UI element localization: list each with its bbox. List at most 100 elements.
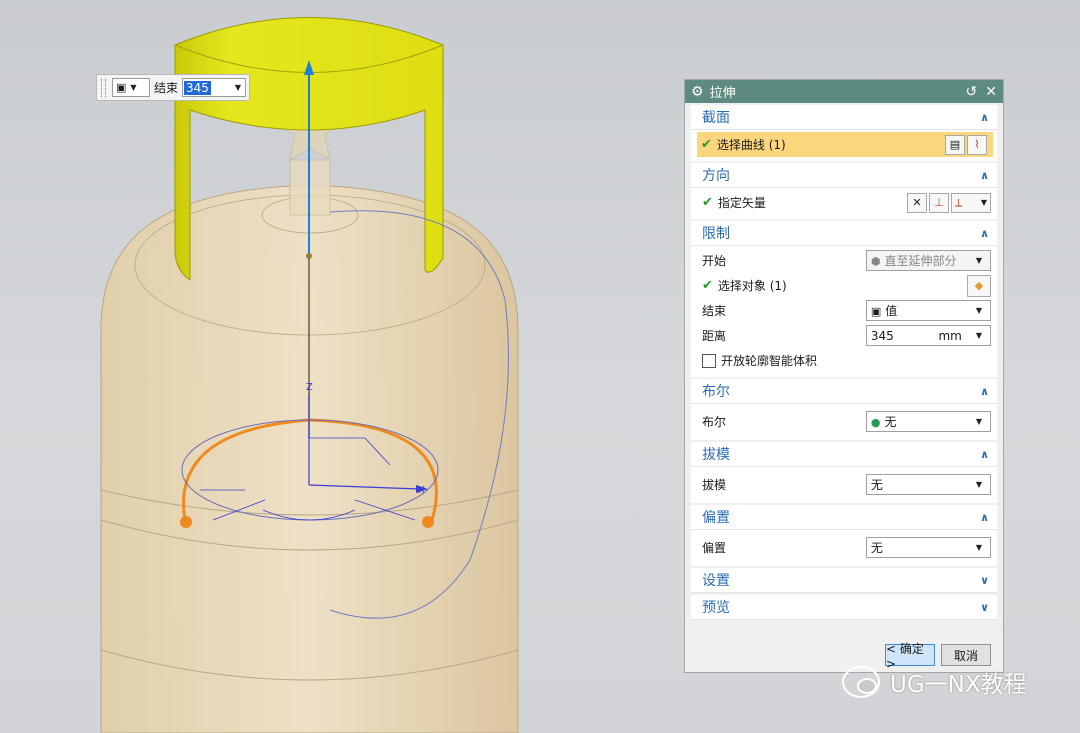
drag-handle[interactable] xyxy=(101,78,106,97)
axis-triad-icon: ⟂ xyxy=(955,195,963,209)
chevron-down-icon: ▼ xyxy=(975,416,982,426)
vector-type-dropdown[interactable]: ⟂ ▼ xyxy=(951,192,991,213)
end-row: 结束 ▣ 值 ▼ xyxy=(691,298,997,323)
chevron-up-icon: ∧ xyxy=(980,226,989,240)
chevron-down-icon: ∨ xyxy=(980,573,989,587)
chevron-down-icon: ▼ xyxy=(975,331,982,340)
wechat-icon xyxy=(842,666,880,698)
cancel-button[interactable]: 取消 xyxy=(941,644,991,666)
reset-icon[interactable]: ↺ xyxy=(966,84,978,100)
checkmark-icon: ✔ xyxy=(702,195,713,210)
section-header-section[interactable]: 截面 ∧ xyxy=(691,105,997,130)
section-title: 拔模 xyxy=(702,447,730,463)
boolean-select[interactable]: ● 无 ▼ xyxy=(865,410,991,432)
chevron-down-icon: ▼ xyxy=(975,542,982,552)
draft-value: 无 xyxy=(870,477,883,492)
solid-body-icon[interactable]: ◆ xyxy=(967,274,991,297)
z-axis-label: Z xyxy=(306,382,313,393)
select-object-row[interactable]: ✔ 选择对象 (1) ◆ xyxy=(691,273,997,298)
extrude-dialog: ⚙ 拉伸 ↺ ✕ 截面 ∧ ✔ 选择曲线 (1) ▤ ⌇ 方向 ∧ ✔ 指定矢量… xyxy=(684,79,1004,673)
offset-select[interactable]: 无 ▼ xyxy=(865,536,991,558)
chevron-up-icon: ∧ xyxy=(980,110,989,124)
x-axis-label: X xyxy=(418,485,425,496)
section-body-limits: 开始 ⬢ 直至延伸部分 ▼ ✔ 选择对象 (1) ◆ 结束 ▣ 值 ▼ 距离 345… xyxy=(691,246,997,377)
select-curve-label: 选择曲线 (1) xyxy=(716,138,786,152)
offset-row: 偏置 无 ▼ xyxy=(691,532,997,562)
distance-unit: mm xyxy=(938,328,962,343)
reverse-direction-icon[interactable]: ✕ xyxy=(907,192,927,213)
section-title: 限制 xyxy=(702,226,730,242)
select-curve-row[interactable]: ✔ 选择曲线 (1) ▤ ⌇ xyxy=(697,132,993,157)
distance-row: 距离 345 mm ▼ xyxy=(691,323,997,348)
start-row: 开始 ⬢ 直至延伸部分 ▼ xyxy=(691,248,997,273)
start-type-select[interactable]: ⬢ 直至延伸部分 ▼ xyxy=(865,250,991,271)
chevron-up-icon: ∧ xyxy=(980,384,989,398)
section-header-preview[interactable]: 预览 ∨ xyxy=(691,595,997,620)
boolean-value: 无 xyxy=(884,414,897,429)
section-header-draft[interactable]: 拔模 ∧ xyxy=(691,442,997,467)
section-header-direction[interactable]: 方向 ∧ xyxy=(691,163,997,188)
section-body-draft: 拔模 无 ▼ xyxy=(691,467,997,503)
chevron-down-icon: ∨ xyxy=(980,600,989,614)
section-title: 方向 xyxy=(702,168,730,184)
distance-input[interactable]: 345 mm ▼ xyxy=(865,325,991,346)
end-type-value: 值 xyxy=(885,304,898,318)
select-object-label: 选择对象 (1) xyxy=(717,279,787,293)
offset-value: 无 xyxy=(870,540,883,555)
distance-value: 345 xyxy=(870,328,894,343)
dialog-title: 拉伸 xyxy=(709,86,736,101)
distance-label: 距离 xyxy=(702,329,727,343)
draft-select[interactable]: 无 ▼ xyxy=(865,473,991,495)
vector-dialog-icon[interactable]: ⊥ xyxy=(929,192,949,213)
chevron-up-icon: ∧ xyxy=(980,447,989,461)
start-type-value: 直至延伸部分 xyxy=(884,254,957,268)
section-body-boolean: 布尔 ● 无 ▼ xyxy=(691,404,997,440)
chevron-up-icon: ∧ xyxy=(980,168,989,182)
open-profile-checkbox[interactable] xyxy=(702,353,716,368)
chevron-down-icon: ▼ xyxy=(975,306,982,315)
section-title: 偏置 xyxy=(702,510,730,526)
boolean-none-icon: ● xyxy=(870,415,881,429)
open-profile-label: 开放轮廓智能体积 xyxy=(721,354,818,368)
open-profile-row: 开放轮廓智能体积 xyxy=(691,348,997,373)
chevron-down-icon: ▼ xyxy=(975,256,982,265)
end-type-mini-combo[interactable]: ▣ ▼ xyxy=(112,78,150,97)
section-header-boolean[interactable]: 布尔 ∧ xyxy=(691,379,997,404)
end-type-select[interactable]: ▣ 值 ▼ xyxy=(865,300,991,321)
end-label: 结束 xyxy=(154,81,179,95)
checkmark-icon: ✔ xyxy=(702,278,713,293)
extend-icon: ⬢ xyxy=(870,255,881,268)
end-value-input[interactable]: 345 ▼ xyxy=(182,78,247,97)
curve-icon[interactable]: ⌇ xyxy=(967,134,987,155)
specify-vector-row: ✔ 指定矢量 ✕ ⊥ ⟂ ▼ xyxy=(691,190,997,215)
draft-row: 拔模 无 ▼ xyxy=(691,469,997,499)
sketch-section-icon[interactable]: ▤ xyxy=(945,134,965,155)
section-header-offset[interactable]: 偏置 ∧ xyxy=(691,505,997,530)
watermark-text: UG一NX教程 xyxy=(890,672,1027,698)
section-header-settings[interactable]: 设置 ∨ xyxy=(691,568,997,593)
chevron-down-icon: ▼ xyxy=(130,83,137,92)
checkmark-icon: ✔ xyxy=(701,137,712,152)
chevron-down-icon: ▼ xyxy=(234,83,242,92)
section-title: 截面 xyxy=(702,110,730,126)
offset-label: 偏置 xyxy=(702,540,727,555)
boolean-label: 布尔 xyxy=(702,414,727,429)
dialog-footer: < 确定 > 取消 xyxy=(885,642,991,671)
boolean-row: 布尔 ● 无 ▼ xyxy=(691,406,997,436)
close-icon[interactable]: ✕ xyxy=(985,84,997,100)
start-label: 开始 xyxy=(702,254,727,268)
chevron-up-icon: ∧ xyxy=(980,510,989,524)
chevron-down-icon: ▼ xyxy=(980,198,987,207)
draft-label: 拔模 xyxy=(702,477,727,492)
floating-end-distance-input: ▣ ▼ 结束 345 ▼ xyxy=(96,74,250,101)
end-value-text: 345 xyxy=(184,80,211,95)
section-header-limits[interactable]: 限制 ∧ xyxy=(691,221,997,246)
section-body-section: ✔ 选择曲线 (1) ▤ ⌇ xyxy=(691,130,997,161)
dialog-title-bar[interactable]: ⚙ 拉伸 ↺ ✕ xyxy=(685,80,1003,103)
section-title: 预览 xyxy=(702,600,730,616)
ok-button[interactable]: < 确定 > xyxy=(885,642,935,671)
section-body-offset: 偏置 无 ▼ xyxy=(691,530,997,566)
end-label: 结束 xyxy=(702,304,727,318)
gear-icon: ⚙ xyxy=(691,83,704,100)
section-title: 设置 xyxy=(702,573,730,589)
